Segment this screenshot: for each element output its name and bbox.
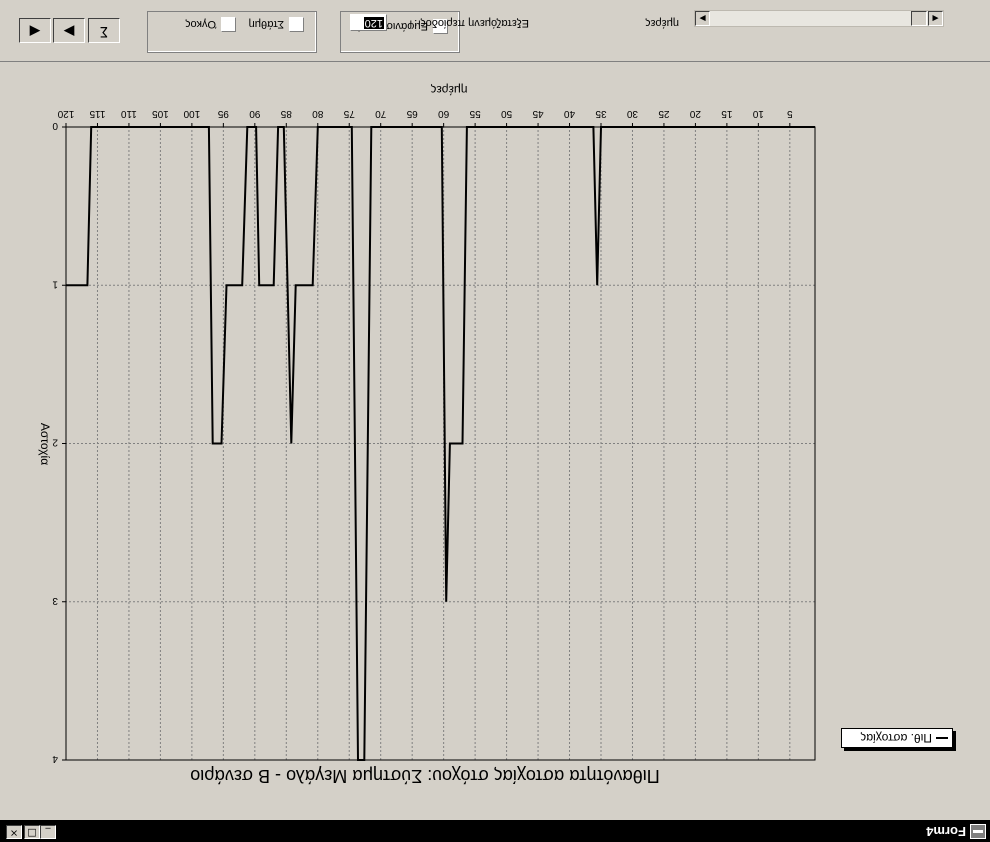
x-tick-label: 25 xyxy=(658,108,670,119)
chart-title: Πιθανότητα αστοχίας στόχου: Σύστημα Μεγά… xyxy=(190,766,660,786)
x-tick-label: 20 xyxy=(689,108,701,119)
x-tick-label: 75 xyxy=(343,108,355,119)
chart-grid xyxy=(65,126,815,761)
x-tick-label: 120 xyxy=(57,108,74,119)
x-tick-label: 15 xyxy=(721,108,733,119)
x-tick-label: 90 xyxy=(249,108,261,119)
chart-legend: Πιθ. αστοχίας xyxy=(841,728,953,748)
x-tick-label: 100 xyxy=(183,108,200,119)
x-tick-label: 10 xyxy=(752,108,764,119)
app-window: Form4 _ □ × 5 10 15 20 25 30 35 40 45 50 55 60 65 70 7… xyxy=(0,0,990,842)
x-tick-label: 80 xyxy=(312,108,324,119)
x-tick-label: 45 xyxy=(532,108,544,119)
legend-swatch xyxy=(936,737,948,739)
period-label: Εξεταζόμενη περίοδος : xyxy=(414,17,529,29)
period-scrollbar[interactable]: ◀ ▶ xyxy=(694,10,944,27)
next-button[interactable]: ▶ xyxy=(53,18,85,43)
y-axis-ticks: 01234 xyxy=(52,120,66,764)
x-tick-label: 110 xyxy=(121,108,137,119)
x-tick-label: 40 xyxy=(564,108,576,119)
y-tick-label: 4 xyxy=(52,753,58,764)
x-tick-label: 70 xyxy=(375,108,387,119)
checkbox-ogkos[interactable]: Όγκος xyxy=(185,17,236,32)
scroll-thumb[interactable] xyxy=(911,11,927,26)
x-axis-label: ημέρες xyxy=(430,83,467,97)
x-tick-label: 50 xyxy=(501,108,513,119)
checkbox-stathmi-box[interactable] xyxy=(289,17,304,32)
x-tick-label: 105 xyxy=(152,108,169,119)
checkbox-ogkos-label: Όγκος xyxy=(185,18,216,31)
scroll-right-button[interactable]: ▶ xyxy=(695,11,710,26)
x-tick-label: 5 xyxy=(787,108,793,119)
scroll-left-button[interactable]: ◀ xyxy=(928,11,943,26)
x-tick-label: 55 xyxy=(469,108,481,119)
x-tick-label: 95 xyxy=(217,108,229,119)
sum-button[interactable]: Σ xyxy=(88,18,120,43)
x-axis-ticks: 5 10 15 20 25 30 35 40 45 50 55 60 65 70 75 80 85 90 95 100… xyxy=(57,108,793,127)
x-tick-label: 85 xyxy=(280,108,292,119)
rotated-window-content: Form4 _ □ × 5 10 15 20 25 30 35 40 45 50 55 60 65 70 7… xyxy=(0,0,990,842)
legend-label: Πιθ. αστοχίας xyxy=(860,731,932,745)
period-input[interactable]: 120 xyxy=(350,14,387,31)
period-unit-label: ημέρες xyxy=(645,17,679,29)
checkbox-stathmi-label: Στάθμη xyxy=(248,18,284,31)
x-tick-label: 60 xyxy=(438,108,450,119)
y-tick-label: 1 xyxy=(52,278,58,289)
y-tick-label: 0 xyxy=(52,120,58,131)
failure-probability-chart: 5101520253035404550556065707580859095100… xyxy=(38,83,816,786)
x-tick-label: 35 xyxy=(595,108,607,119)
x-tick-label: 65 xyxy=(406,108,418,119)
x-tick-label: 115 xyxy=(89,108,105,119)
y-axis-label: Αστοχία xyxy=(38,423,52,465)
checkbox-stathmi[interactable]: Στάθμη xyxy=(249,17,304,32)
period-value[interactable]: 120 xyxy=(363,17,384,29)
prev-button[interactable]: ◀ xyxy=(19,18,51,43)
x-tick-label: 30 xyxy=(626,108,638,119)
y-tick-label: 3 xyxy=(52,595,58,606)
checkbox-ogkos-box[interactable] xyxy=(221,17,236,32)
